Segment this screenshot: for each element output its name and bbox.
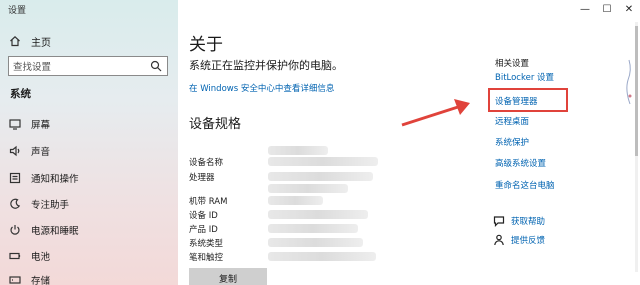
sidebar-item-label: 声音 [31, 147, 51, 158]
get-help-label: 获取帮助 [511, 217, 546, 227]
sidebar-item-home[interactable]: 主页 [8, 33, 51, 49]
feedback-label: 提供反馈 [511, 236, 546, 246]
main-content: 关于 系统正在监控并保护你的电脑。 在 Windows 安全中心中查看详细信息 … [178, 0, 478, 285]
device-specs-heading: 设备规格 [189, 117, 242, 132]
close-button[interactable]: ✕ [618, 0, 640, 18]
notification-icon [8, 171, 22, 185]
spec-label-product-id: 产品 ID [189, 225, 218, 235]
device-manager-link[interactable]: 设备管理器 [495, 95, 538, 107]
security-center-link[interactable]: 在 Windows 安全中心中查看详细信息 [189, 82, 334, 94]
decorative-edge-graphic [626, 59, 632, 105]
window-controls: — ☐ ✕ [574, 0, 640, 18]
sidebar-item-focus-assist[interactable]: 专注助手 [8, 196, 69, 212]
annotation-arrow [401, 99, 470, 127]
spec-label-system-type: 系统类型 [189, 239, 224, 249]
spec-label-processor: 处理器 [189, 173, 215, 183]
sidebar-item-label: 屏幕 [31, 120, 51, 131]
feedback-link[interactable]: 提供反馈 [492, 233, 545, 247]
bitlocker-settings-link[interactable]: BitLocker 设置 [495, 71, 554, 83]
sidebar-item-label: 电池 [31, 252, 51, 263]
sidebar-item-storage[interactable]: 存储 [8, 272, 50, 285]
moon-icon [8, 197, 22, 211]
sidebar-item-power[interactable]: 电源和睡眠 [8, 222, 79, 238]
redacted-value [268, 157, 378, 166]
redacted-value [268, 252, 376, 261]
advanced-system-settings-link[interactable]: 高级系统设置 [495, 157, 546, 169]
system-protection-link[interactable]: 系统保护 [495, 136, 529, 148]
sidebar-item-label: 通知和操作 [31, 174, 79, 185]
remote-desktop-link[interactable]: 远程桌面 [495, 115, 529, 127]
section-title: 系统 [10, 88, 31, 100]
spec-label-device-id: 设备 ID [189, 211, 218, 221]
redacted-value [268, 172, 373, 181]
sidebar-item-label: 专注助手 [31, 200, 70, 211]
redacted-value [268, 224, 358, 233]
scrollbar[interactable] [635, 22, 638, 272]
redacted-value [268, 196, 323, 205]
sidebar: 设置 主页 查找设置 系统 屏幕 声音 通知和操作 专注助手 电源和睡眠 电池 … [0, 0, 178, 285]
sidebar-item-notifications[interactable]: 通知和操作 [8, 170, 79, 186]
redacted-value [268, 210, 368, 219]
minimize-button[interactable]: — [574, 0, 596, 18]
scrollbar-thumb[interactable] [635, 26, 638, 156]
sidebar-item-label: 主页 [31, 37, 51, 49]
sidebar-item-sound[interactable]: 声音 [8, 143, 50, 159]
spec-label-pen-touch: 笔和触控 [189, 253, 224, 263]
redacted-value [268, 184, 348, 193]
monitor-icon [8, 117, 22, 131]
maximize-button[interactable]: ☐ [596, 0, 618, 18]
sidebar-item-label: 电源和睡眠 [31, 226, 79, 237]
home-icon [8, 34, 22, 48]
related-settings-heading: 相关设置 [495, 59, 530, 69]
window-title: 设置 [8, 6, 27, 16]
sidebar-item-display[interactable]: 屏幕 [8, 116, 50, 132]
search-placeholder: 查找设置 [13, 62, 52, 73]
rename-pc-link[interactable]: 重命名这台电脑 [495, 179, 555, 191]
feedback-icon [492, 233, 506, 247]
spec-label-ram: 机带 RAM [189, 197, 228, 207]
search-icon[interactable] [149, 59, 163, 73]
speaker-icon [8, 144, 22, 158]
sidebar-item-battery[interactable]: 电池 [8, 248, 50, 264]
get-help-link[interactable]: 获取帮助 [492, 214, 545, 228]
spec-label-device-name: 设备名称 [189, 158, 224, 168]
redacted-value [268, 146, 328, 155]
sidebar-item-label: 存储 [31, 276, 51, 285]
redacted-value [268, 238, 363, 247]
help-chat-icon [492, 214, 506, 228]
search-input[interactable]: 查找设置 [8, 56, 168, 76]
page-title: 关于 [189, 35, 223, 55]
protection-status-text: 系统正在监控并保护你的电脑。 [189, 59, 343, 72]
power-icon [8, 223, 22, 237]
storage-icon [8, 273, 22, 285]
battery-icon [8, 249, 22, 263]
copy-button[interactable]: 复制 [189, 268, 267, 285]
related-settings-panel: — ☐ ✕ 相关设置 BitLocker 设置 设备管理器 远程桌面 系统保护 … [478, 0, 640, 285]
